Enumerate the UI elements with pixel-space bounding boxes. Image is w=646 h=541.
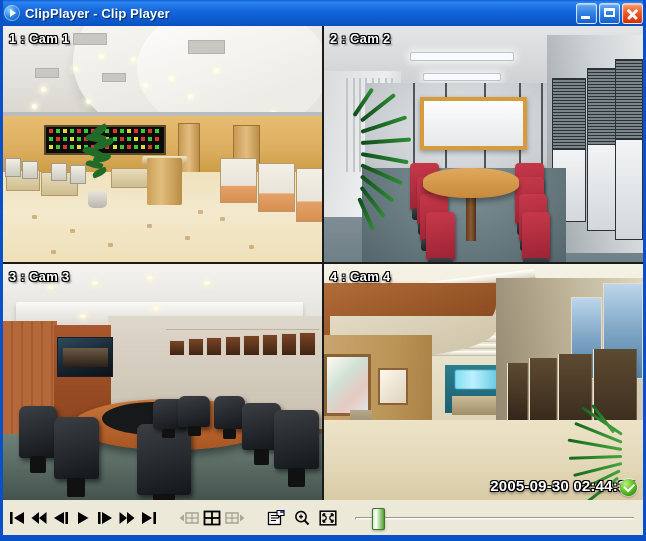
transport-controls [6,507,160,529]
camera-video-2 [324,26,643,262]
wall-display [57,337,114,377]
conference-table [422,167,519,199]
playback-toolbar [3,500,643,535]
framed-pictures [168,331,316,357]
close-button[interactable] [622,2,643,24]
minimize-button[interactable] [576,2,597,24]
camera-grid: 1 : Cam 1 2: Cam 2 3: Cam 3 4: Cam 4 … [3,26,643,500]
zoom-button[interactable] [291,507,313,529]
camera-video-3 [3,264,322,500]
titlebar-button-group [576,2,643,24]
fullscreen-button[interactable] [317,507,339,529]
skip-to-start-button[interactable] [6,507,28,529]
potted-plant [82,122,118,201]
camera-cell-2[interactable]: 2 : Cam 2 [324,26,643,262]
fern-plant [547,403,630,500]
seek-slider-thumb[interactable] [372,508,386,530]
camera-cell-1[interactable]: 1 : Cam 1 [3,26,322,262]
maximize-button[interactable] [599,2,620,24]
palm-plant [324,87,411,248]
skip-to-end-button[interactable] [138,507,160,529]
play-circle-icon [4,5,20,21]
step-back-button[interactable] [50,507,72,529]
prev-layout-button[interactable] [178,507,200,529]
next-layout-button[interactable] [224,507,246,529]
titlebar: ClipPlayer - Clip Player [3,0,643,26]
tool-controls [265,507,339,529]
properties-button[interactable] [265,507,287,529]
seek-slider[interactable] [355,507,634,530]
clipplayer-window: ClipPlayer - Clip Player 1: Cam 1 2: C… [0,0,646,541]
window-title: ClipPlayer - Clip Player [25,5,170,21]
seek-slider-track[interactable] [355,517,634,520]
grid-2x2-button[interactable] [201,507,223,529]
status-badge [620,479,637,496]
camera-video-4 [324,264,643,500]
camera-video-1 [3,26,322,262]
presentation-screen [419,96,527,150]
rewind-button[interactable] [28,507,50,529]
camera-cell-4[interactable]: 4 : Cam 4 [324,264,643,500]
camera-cell-3[interactable]: 3 : Cam 3 [3,264,322,500]
wall-artwork [324,353,372,417]
fast-forward-button[interactable] [116,507,138,529]
step-forward-button[interactable] [94,507,116,529]
play-button[interactable] [72,507,94,529]
layout-controls [178,507,246,529]
